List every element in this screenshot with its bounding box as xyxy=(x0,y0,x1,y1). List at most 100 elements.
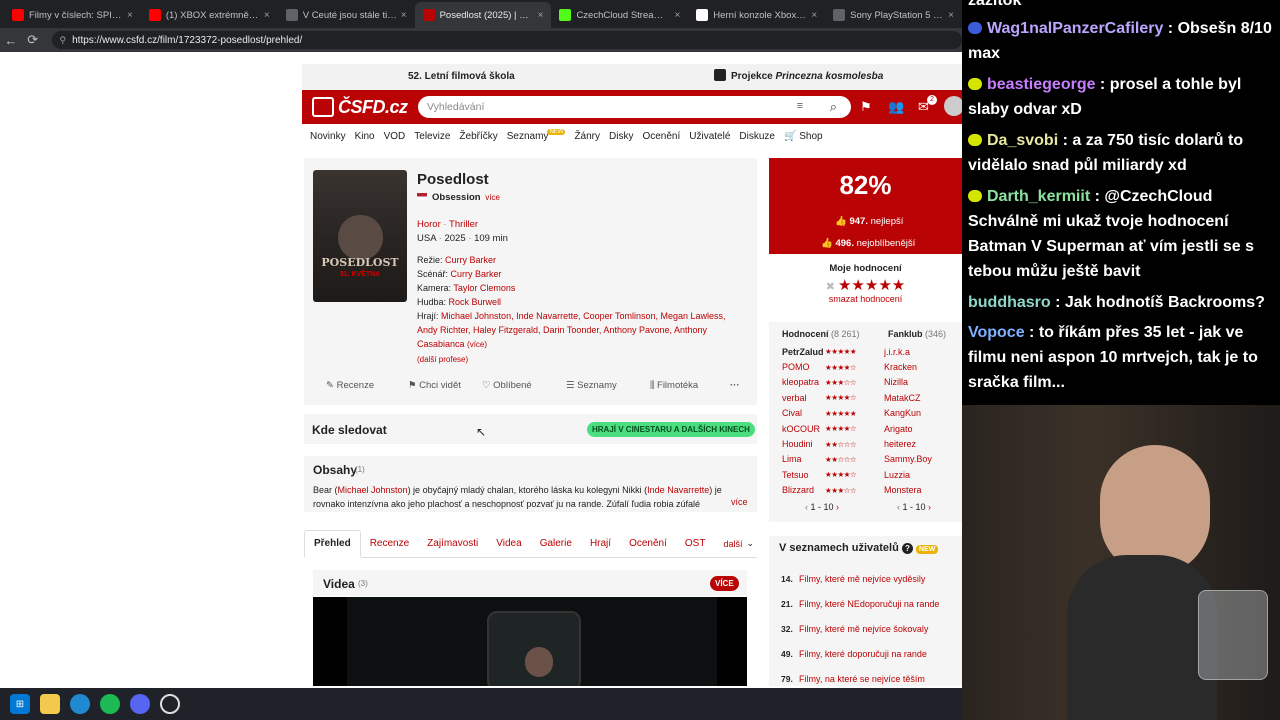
back-icon[interactable]: ← xyxy=(0,33,22,48)
url-field[interactable]: ⚲ https://www.csfd.cz/film/1723372-posedl… xyxy=(51,31,962,49)
music-link[interactable]: Rock Burwell xyxy=(449,297,502,307)
plot-actor-link-2[interactable]: Inde Navarrette xyxy=(647,485,709,495)
fanclub-user-link[interactable]: Kracken xyxy=(873,362,917,372)
tab-close-icon[interactable]: × xyxy=(127,10,133,21)
tab-close-icon[interactable]: × xyxy=(538,10,544,21)
spotify-icon[interactable] xyxy=(100,694,120,714)
content-tab[interactable]: Galerie xyxy=(531,530,581,558)
rank-best[interactable]: 👍 947. nejlepší xyxy=(835,216,903,227)
nav-item[interactable]: Ocenění xyxy=(642,131,680,142)
windows-start-icon[interactable]: ⊞ xyxy=(10,694,30,714)
promo-left[interactable]: 52. Letní filmová škola xyxy=(408,71,515,82)
content-tab[interactable]: OST xyxy=(676,530,715,558)
chat-username[interactable]: Da_svobi xyxy=(987,132,1058,149)
nav-item[interactable]: Disky xyxy=(609,131,633,142)
genre-thriller[interactable]: Thriller xyxy=(449,219,478,230)
content-tab[interactable]: Zajímavosti xyxy=(418,530,487,558)
favorite-button[interactable]: ♡ Oblíbené xyxy=(482,380,566,394)
fanclub-user-link[interactable]: Arigato xyxy=(873,424,913,434)
review-button[interactable]: ✎ Recenze xyxy=(314,380,394,394)
tab-close-icon[interactable]: × xyxy=(674,10,680,21)
rating-user-link[interactable]: Cival xyxy=(769,408,825,418)
browser-tab[interactable]: Filmy v číslech: SPIDER-MAN× xyxy=(4,2,141,28)
nav-item[interactable]: Diskuze xyxy=(739,131,775,142)
fanclub-user-link[interactable]: Nizilla xyxy=(873,377,908,387)
rating-user-link[interactable]: Lima xyxy=(769,454,825,464)
search-icon[interactable]: ⌕ xyxy=(830,99,837,115)
nav-item[interactable]: Televize xyxy=(414,131,450,142)
edge-icon[interactable] xyxy=(70,694,90,714)
content-tab[interactable]: Přehled xyxy=(304,529,361,558)
orig-more-link[interactable]: více xyxy=(485,193,500,202)
chat-username[interactable]: buddhasro xyxy=(968,294,1051,311)
fanclub-user-link[interactable]: Monstera xyxy=(873,485,922,495)
cast-links[interactable]: Michael Johnston, Inde Navarrette, Coope… xyxy=(417,311,726,349)
browser-tab[interactable]: CzechCloud Stream - Watch × xyxy=(551,2,688,28)
bookmark-icon[interactable]: ⚑ xyxy=(860,99,872,115)
plot-more-link[interactable]: více xyxy=(729,497,748,507)
browser-tab[interactable]: V Ceuté jsou stále tisíce mig × xyxy=(278,2,415,28)
content-tab[interactable]: Hrají xyxy=(581,530,620,558)
rating-user-link[interactable]: POMO xyxy=(769,362,825,372)
content-tab[interactable]: Ocenění xyxy=(620,530,676,558)
nav-item[interactable]: Žebříčky xyxy=(459,131,497,142)
lists-button[interactable]: ☰ Seznamy xyxy=(566,380,650,394)
video-player[interactable] xyxy=(313,597,747,686)
chat-username[interactable]: Vopoce xyxy=(968,324,1025,341)
nav-item[interactable]: Uživatelé xyxy=(689,131,730,142)
director-link[interactable]: Curry Barker xyxy=(445,255,496,265)
user-avatar[interactable] xyxy=(944,96,964,116)
rating-star[interactable]: ★ xyxy=(851,277,864,294)
film-poster[interactable]: POSEDLOST 31. KVĚTNA xyxy=(313,170,407,302)
filter-icon[interactable]: ≡ xyxy=(797,100,803,112)
rating-user-link[interactable]: kleopatra xyxy=(769,377,825,387)
rating-user-link[interactable]: PetrZalud xyxy=(769,347,825,357)
rating-star[interactable]: ★ xyxy=(892,277,905,294)
cast-more-link[interactable]: (více) xyxy=(467,340,487,349)
tab-close-icon[interactable]: × xyxy=(401,10,407,21)
rating-star[interactable]: ★ xyxy=(878,277,891,294)
rating-user-link[interactable]: Tetsuo xyxy=(769,470,825,480)
videos-more-button[interactable]: VÍCE xyxy=(710,576,739,591)
fanclub-user-link[interactable]: Sammy.Boy xyxy=(873,454,932,464)
user-list-item[interactable]: 21. Filmy, které NEdoporučuji na rande xyxy=(769,591,962,616)
browser-tab[interactable]: Herní konzole Xbox Series | A × xyxy=(688,2,825,28)
browser-tab[interactable]: (1) XBOX extrémně zdražil. × xyxy=(141,2,278,28)
ratings-pager[interactable]: ‹ 1 - 10 › xyxy=(805,502,839,512)
chat-username[interactable]: Wag1nalPanzerCafilery xyxy=(987,20,1163,37)
rating-user-link[interactable]: verbal xyxy=(769,393,825,403)
nav-item[interactable]: Žánry xyxy=(574,131,600,142)
rating-user-link[interactable]: Houdini xyxy=(769,439,825,449)
browser-tab[interactable]: Sony PlayStation 5 Slim, × xyxy=(825,2,962,28)
fanclub-user-link[interactable]: MatakCZ xyxy=(873,393,921,403)
fanclub-user-link[interactable]: j.i.r.k.a xyxy=(873,347,910,357)
fanclub-pager[interactable]: ‹ 1 - 10 › xyxy=(897,502,931,512)
filmoteka-button[interactable]: ⫼ Filmotéka xyxy=(650,380,730,394)
fanclub-user-link[interactable]: KangKun xyxy=(873,408,921,418)
file-explorer-icon[interactable] xyxy=(40,694,60,714)
chat-username[interactable]: beastiegeorge xyxy=(987,76,1095,93)
rating-user-link[interactable]: Blizzard xyxy=(769,485,825,495)
tab-close-icon[interactable]: × xyxy=(948,10,954,21)
content-tab[interactable]: Recenze xyxy=(361,530,418,558)
rating-user-link[interactable]: kOCOUR xyxy=(769,424,825,434)
rating-star[interactable]: ★ xyxy=(865,277,878,294)
tab-close-icon[interactable]: × xyxy=(264,10,270,21)
user-list-item[interactable]: 49. Filmy, které doporučuji na rande xyxy=(769,641,962,666)
nav-item[interactable]: SeznamyNEW xyxy=(507,128,566,142)
nav-item[interactable]: Kino xyxy=(355,131,375,142)
nav-item[interactable]: VOD xyxy=(384,131,406,142)
obs-icon[interactable] xyxy=(160,694,180,714)
writer-link[interactable]: Curry Barker xyxy=(451,269,502,279)
thumb-down-icon[interactable]: ✖ xyxy=(826,281,835,293)
plot-actor-link-1[interactable]: Michael Johnston xyxy=(338,485,408,495)
search-input[interactable]: Vyhledávání ≡ ⌕ xyxy=(418,96,851,118)
more-professions-link[interactable]: (další profese) xyxy=(417,355,468,364)
nav-item[interactable]: Novinky xyxy=(310,131,346,142)
genre-horror[interactable]: Horor xyxy=(417,219,441,230)
content-tab[interactable]: Videa xyxy=(487,530,530,558)
promo-right[interactable]: Projekce Princezna kosmolesba xyxy=(731,71,883,82)
site-info-icon[interactable]: ⚲ xyxy=(60,35,67,46)
more-actions-icon[interactable]: ··· xyxy=(730,380,750,394)
tab-close-icon[interactable]: × xyxy=(811,10,817,21)
